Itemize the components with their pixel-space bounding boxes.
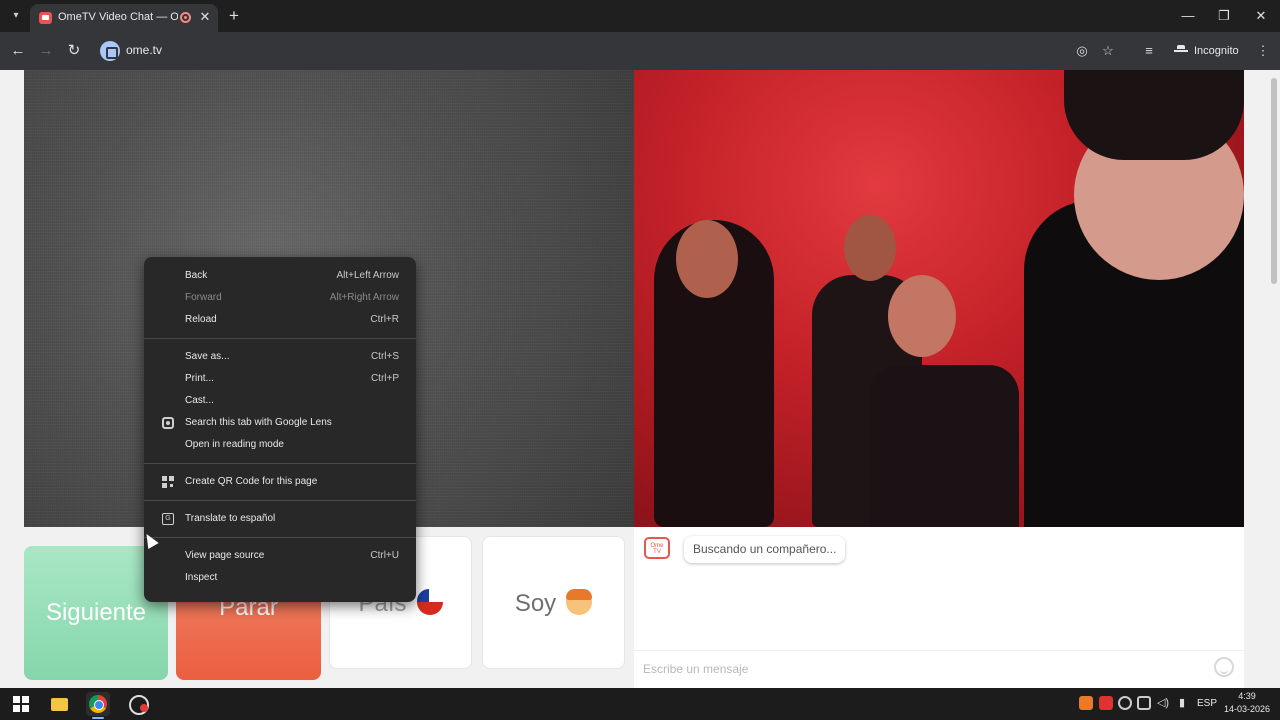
- message-input[interactable]: [643, 659, 1203, 679]
- reload-button[interactable]: ↻: [64, 41, 84, 61]
- tray-network-icon[interactable]: [1118, 696, 1132, 710]
- file-explorer-icon[interactable]: [48, 692, 72, 716]
- tray-microphone-icon[interactable]: ▮: [1175, 696, 1189, 710]
- ometv-logo-icon: Ome TV: [644, 537, 670, 559]
- clock-date: 14-03-2026: [1223, 704, 1271, 714]
- ometv-favicon-icon: [39, 12, 52, 24]
- partner-video: [634, 70, 1244, 527]
- menu-divider: [144, 463, 416, 464]
- tab-search-chevron-icon[interactable]: ▾: [6, 7, 26, 25]
- ctx-item-reading-mode[interactable]: Open in reading mode: [144, 434, 416, 456]
- chrome-icon[interactable]: [86, 692, 110, 716]
- tray-display-icon[interactable]: [1137, 696, 1151, 710]
- ctx-label: Translate to español: [185, 513, 276, 524]
- ctx-item-google-lens[interactable]: Search this tab with Google Lens: [144, 412, 416, 434]
- star-icon[interactable]: ☆: [1099, 42, 1117, 60]
- ctx-shortcut: Ctrl+U: [370, 550, 399, 561]
- ctx-item-cast[interactable]: Cast...: [144, 390, 416, 412]
- clock-time: 4:39: [1238, 691, 1256, 701]
- translate-icon: G: [162, 513, 174, 525]
- tab-strip: ▾ OmeTV Video Chat — Ome ✕ + — ❐ ✕: [0, 0, 1280, 32]
- qr-code-icon: [162, 476, 174, 488]
- url-text: ome.tv: [126, 43, 163, 57]
- chat-panel: Ome TV Buscando un compañero...: [634, 527, 1244, 688]
- maximize-button[interactable]: ❐: [1213, 6, 1235, 26]
- ctx-item-inspect[interactable]: Inspect: [144, 567, 416, 589]
- menu-divider: [144, 500, 416, 501]
- site-info-icon[interactable]: [100, 41, 120, 61]
- minimize-button[interactable]: —: [1177, 6, 1199, 26]
- ctx-label: Forward: [185, 292, 222, 303]
- gender-label: Soy: [514, 590, 557, 617]
- ctx-item-view-source[interactable]: View page source Ctrl+U: [144, 545, 416, 567]
- tab-ometv[interactable]: OmeTV Video Chat — Ome ✕: [30, 4, 218, 32]
- ctx-label: Back: [185, 270, 208, 281]
- browser-toolbar: ← → ↻ ome.tv ◎ ☆ ≡ Incognito ⋮: [0, 32, 1280, 70]
- logo-text: Ome TV: [650, 543, 664, 555]
- page-scrollbar[interactable]: [1268, 70, 1280, 688]
- close-window-button[interactable]: ✕: [1250, 6, 1272, 26]
- back-button[interactable]: ←: [8, 41, 28, 61]
- tab-close-icon[interactable]: ✕: [198, 9, 212, 25]
- ctx-label: Reload: [185, 314, 217, 325]
- ctx-item-translate[interactable]: G Translate to español: [144, 508, 416, 530]
- boy-emoji-icon: [566, 589, 593, 615]
- menu-divider: [144, 537, 416, 538]
- obs-icon[interactable]: [126, 692, 150, 716]
- person-head: [676, 220, 738, 298]
- menu-divider: [144, 338, 416, 339]
- windows-taskbar: ◁) ▮ ESP 4:39 14-03-2026: [0, 688, 1280, 720]
- scrollbar-thumb[interactable]: [1271, 78, 1277, 284]
- tray-app-icon[interactable]: [1079, 696, 1093, 710]
- ctx-shortcut: Ctrl+R: [370, 314, 399, 325]
- person-head: [888, 275, 956, 357]
- message-input-bar: [634, 650, 1244, 688]
- hair-shape: [1064, 70, 1244, 160]
- incognito-indicator[interactable]: Incognito: [1174, 41, 1239, 61]
- ctx-label: Search this tab with Google Lens: [185, 417, 332, 428]
- ctx-item-back[interactable]: Back Alt+Left Arrow: [144, 265, 416, 287]
- lens-icon: [162, 417, 174, 429]
- status-message: Buscando un compañero...: [684, 536, 846, 563]
- ctx-label: Open in reading mode: [185, 439, 284, 450]
- ctx-label: Create QR Code for this page: [185, 476, 318, 487]
- gender-button[interactable]: Soy: [482, 536, 625, 669]
- ctx-item-forward[interactable]: Forward Alt+Right Arrow: [144, 287, 416, 309]
- ctx-label: Cast...: [185, 395, 214, 406]
- ctx-shortcut: Alt+Left Arrow: [336, 270, 399, 281]
- tray-volume-icon[interactable]: ◁): [1156, 696, 1170, 710]
- context-menu: Back Alt+Left Arrow Forward Alt+Right Ar…: [144, 257, 416, 602]
- language-indicator[interactable]: ESP: [1197, 696, 1217, 712]
- active-app-indicator: [92, 717, 104, 719]
- forward-button[interactable]: →: [36, 41, 56, 61]
- windows-start-icon[interactable]: [10, 692, 34, 716]
- person-shape: [869, 365, 1019, 527]
- system-clock[interactable]: 4:39 14-03-2026: [1222, 690, 1272, 716]
- ctx-label: Print...: [185, 373, 214, 384]
- ctx-item-qr-code[interactable]: Create QR Code for this page: [144, 471, 416, 493]
- tab-title: OmeTV Video Chat — Ome: [58, 11, 178, 23]
- tray-mic-icon[interactable]: [1099, 696, 1113, 710]
- address-bar[interactable]: ome.tv: [96, 37, 1166, 65]
- ctx-item-save-as[interactable]: Save as... Ctrl+S: [144, 346, 416, 368]
- person-head: [844, 215, 896, 281]
- eye-off-icon[interactable]: ◎: [1073, 42, 1091, 60]
- next-label: Siguiente: [45, 599, 147, 626]
- ctx-label: Inspect: [185, 572, 218, 583]
- tab-search-icon[interactable]: ≡: [1140, 42, 1158, 60]
- ctx-shortcut: Ctrl+P: [370, 373, 399, 384]
- ctx-shortcut: Ctrl+S: [370, 351, 399, 362]
- ctx-item-reload[interactable]: Reload Ctrl+R: [144, 309, 416, 331]
- ctx-item-print[interactable]: Print... Ctrl+P: [144, 368, 416, 390]
- ctx-label: Save as...: [185, 351, 230, 362]
- chile-flag-icon: [416, 589, 443, 615]
- incognito-label: Incognito: [1194, 45, 1239, 57]
- ctx-label: View page source: [185, 550, 265, 561]
- emoji-icon[interactable]: [1214, 657, 1234, 677]
- recording-indicator-icon: [180, 12, 191, 23]
- kebab-menu-icon[interactable]: ⋮: [1254, 42, 1272, 60]
- incognito-icon: [1174, 45, 1188, 55]
- ctx-shortcut: Alt+Right Arrow: [329, 292, 399, 303]
- new-tab-button[interactable]: +: [224, 6, 244, 26]
